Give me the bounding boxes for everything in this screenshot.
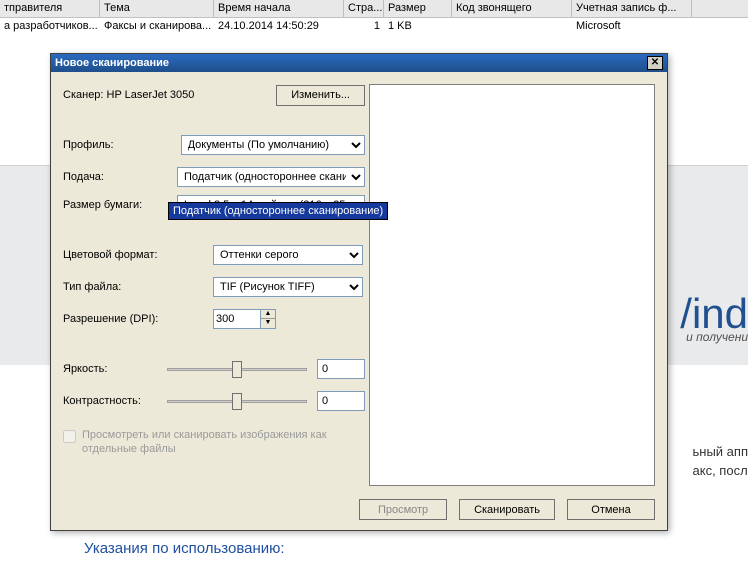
cell-subject: Факсы и сканирова... [100, 18, 214, 36]
color-format-select[interactable]: Оттенки серого [213, 245, 363, 265]
background-sub-text: и получени [686, 330, 748, 344]
file-type-select[interactable]: TIF (Рисунок TIFF) [213, 277, 363, 297]
dialog-button-row: Просмотр Сканировать Отмена [359, 499, 655, 520]
brightness-input[interactable] [317, 359, 365, 379]
dpi-down-icon[interactable]: ▼ [261, 319, 275, 328]
dpi-label: Разрешение (DPI): [63, 313, 213, 325]
col-header-size[interactable]: Размер [384, 0, 452, 17]
col-header-time[interactable]: Время начала [214, 0, 344, 17]
col-header-pages[interactable]: Стра... [344, 0, 384, 17]
contrast-label: Контрастность: [63, 395, 167, 407]
bg-para-line2: акс, посл [693, 463, 748, 478]
dpi-input[interactable] [213, 309, 261, 329]
instructions-heading: Указания по использованию: [84, 540, 285, 557]
separate-files-label: Просмотреть или сканировать изображения … [82, 428, 365, 456]
slider-thumb[interactable] [232, 361, 242, 378]
scanner-label: Сканер: HP LaserJet 3050 [63, 89, 194, 101]
col-header-account[interactable]: Учетная запись ф... [572, 0, 692, 17]
table-row[interactable]: а разработчиков... Факсы и сканирова... … [0, 18, 748, 36]
col-header-subject[interactable]: Тема [100, 0, 214, 17]
change-scanner-button[interactable]: Изменить... [276, 85, 365, 106]
background-paragraph: ьный апп акс, посл [693, 444, 748, 482]
new-scan-dialog: Новое сканирование ✕ Сканер: HP LaserJet… [50, 53, 668, 531]
cell-size: 1 KB [384, 18, 452, 36]
dialog-title: Новое сканирование [55, 57, 169, 69]
contrast-slider[interactable] [167, 391, 307, 411]
profile-select[interactable]: Документы (По умолчанию) [181, 135, 365, 155]
cell-caller [452, 18, 572, 36]
brightness-slider[interactable] [167, 359, 307, 379]
scan-button[interactable]: Сканировать [459, 499, 555, 520]
paper-label: Размер бумаги: [63, 199, 177, 211]
contrast-input[interactable] [317, 391, 365, 411]
dialog-titlebar[interactable]: Новое сканирование ✕ [51, 54, 667, 72]
close-icon[interactable]: ✕ [647, 56, 663, 70]
dialog-body: Сканер: HP LaserJet 3050 Изменить... Про… [51, 72, 667, 530]
background-fax-table: тправителя Тема Время начала Стра... Раз… [0, 0, 748, 36]
table-header-row: тправителя Тема Время начала Стра... Раз… [0, 0, 748, 18]
feed-dropdown-option-selected[interactable]: Податчик (одностороннее сканирование) [168, 202, 388, 220]
brightness-label: Яркость: [63, 363, 167, 375]
cell-account: Microsoft [572, 18, 692, 36]
dpi-up-icon[interactable]: ▲ [261, 310, 275, 319]
col-header-caller[interactable]: Код звонящего [452, 0, 572, 17]
profile-label: Профиль: [63, 139, 181, 151]
cell-time: 24.10.2014 14:50:29 [214, 18, 344, 36]
scan-settings-panel: Сканер: HP LaserJet 3050 Изменить... Про… [63, 84, 365, 456]
preview-button[interactable]: Просмотр [359, 499, 447, 520]
scan-preview-area [369, 84, 655, 486]
col-header-sender[interactable]: тправителя [0, 0, 100, 17]
feed-label: Подача: [63, 171, 177, 183]
cell-pages: 1 [344, 18, 384, 36]
file-type-label: Тип файла: [63, 281, 213, 293]
feed-select[interactable]: Податчик (одностороннее скани [177, 167, 365, 187]
separate-files-checkbox [63, 430, 76, 443]
dpi-spinner[interactable]: ▲ ▼ [213, 309, 276, 329]
slider-thumb[interactable] [232, 393, 242, 410]
bg-para-line1: ьный апп [693, 444, 748, 459]
cell-sender: а разработчиков... [0, 18, 100, 36]
color-format-label: Цветовой формат: [63, 249, 213, 261]
cancel-button[interactable]: Отмена [567, 499, 655, 520]
